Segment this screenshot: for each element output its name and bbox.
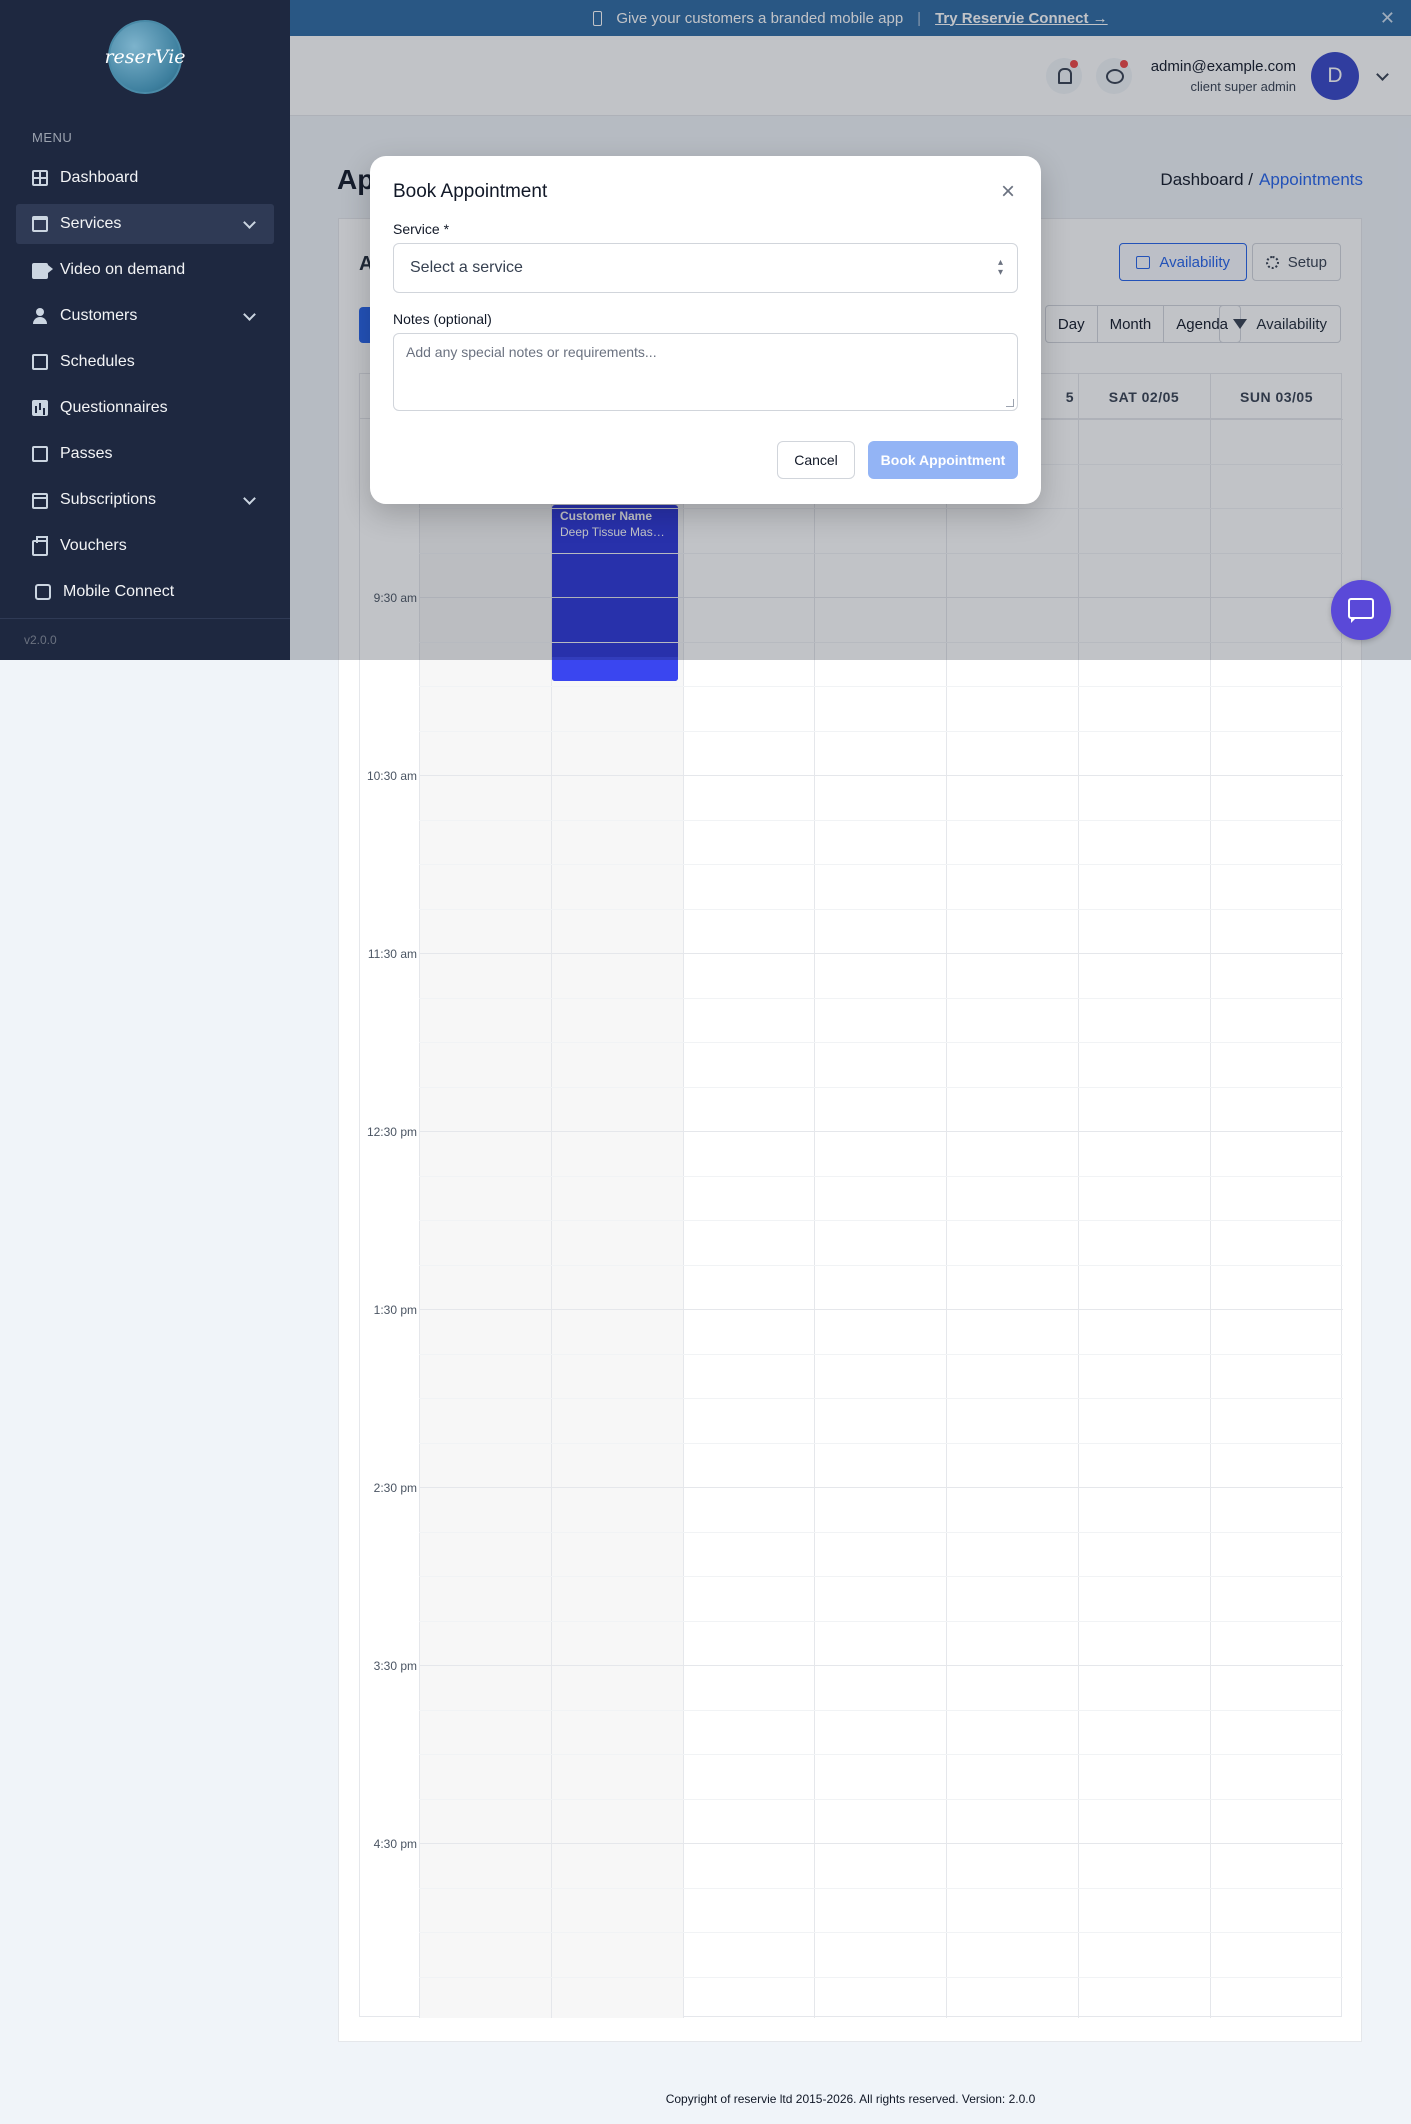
- notes-placeholder: Add any special notes or requirements...: [406, 344, 657, 360]
- time-slot-line: [419, 1532, 1343, 1533]
- time-slot-line: [419, 1176, 1343, 1177]
- sidebar-item-label: Mobile Connect: [63, 583, 175, 600]
- time-label: 12:30 pm: [366, 1125, 417, 1139]
- video-icon: [32, 263, 53, 279]
- sidebar-item-label: Subscriptions: [60, 491, 157, 508]
- time-label: 2:30 pm: [373, 1481, 417, 1495]
- notes-label: Notes (optional): [393, 311, 492, 327]
- card-icon: [32, 493, 48, 509]
- time-label: 11:30 am: [367, 947, 417, 961]
- sidebar-item-services[interactable]: Services: [16, 204, 274, 244]
- time-slot-line: [419, 1087, 1343, 1088]
- footer: Copyright of reservie ltd 2015-2026. All…: [665, 2092, 1036, 2106]
- sidebar-item-dashboard[interactable]: Dashboard: [16, 158, 274, 198]
- reservie-logo[interactable]: reserVie: [104, 20, 186, 94]
- time-slot-line: [419, 1042, 1343, 1043]
- sidebar-item-label: Services: [60, 215, 122, 232]
- sidebar-item-label: Video on demand: [60, 261, 186, 278]
- service-select[interactable]: Select a service ▴ ▾: [393, 243, 1018, 293]
- time-slot-line: [419, 731, 1343, 732]
- time-slot-line: [419, 775, 1343, 776]
- modal-title: Book Appointment: [393, 181, 548, 202]
- sidebar-item-schedules[interactable]: Schedules: [16, 342, 274, 382]
- service-label: Service *: [393, 221, 450, 237]
- sidebar-item-label: Schedules: [60, 353, 135, 370]
- time-slot-line: [419, 1754, 1343, 1755]
- time-slot-line: [419, 1354, 1343, 1355]
- time-slot-line: [419, 1443, 1343, 1444]
- time-label: 10:30 am: [366, 769, 417, 783]
- select-arrows-icon: ▴ ▾: [997, 257, 1003, 278]
- sidebar-item-label: Customers: [60, 307, 138, 324]
- notes-textarea[interactable]: Add any special notes or requirements...: [393, 333, 1018, 411]
- time-slot-line: [419, 998, 1343, 999]
- time-slot-line: [419, 1621, 1343, 1622]
- sidebar-item-passes[interactable]: Passes: [16, 434, 274, 474]
- logo-wrap: reserVie: [0, 0, 290, 114]
- bar-chart-icon: [32, 400, 48, 416]
- time-slot-line: [419, 1309, 1343, 1310]
- sidebar-item-label: Vouchers: [60, 537, 127, 554]
- service-select-value: Select a service: [410, 259, 523, 276]
- sidebar-item-label: Passes: [60, 445, 113, 462]
- resize-handle-icon[interactable]: [1006, 399, 1014, 407]
- sidebar-item-video-on-demand[interactable]: Video on demand: [16, 250, 274, 290]
- document-icon: [32, 446, 48, 462]
- sidebar-version: v2.0.0: [0, 618, 290, 660]
- time-slot-line: [419, 909, 1343, 910]
- event-footer: [552, 657, 678, 681]
- book-appointment-button[interactable]: Book Appointment: [868, 441, 1018, 479]
- sidebar-item-label: Dashboard: [60, 169, 139, 186]
- phone-icon: [35, 584, 51, 600]
- chevron-down-icon[interactable]: [243, 216, 256, 229]
- time-slot-line: [419, 820, 1343, 821]
- time-slot-line: [419, 1265, 1343, 1266]
- sidebar-item-mobile-connect[interactable]: Mobile Connect: [16, 572, 274, 612]
- time-slot-line: [419, 1843, 1343, 1844]
- calendar-icon: [32, 216, 48, 232]
- time-slot-line: [419, 953, 1343, 954]
- user-icon: [32, 308, 48, 324]
- sidebar-item-vouchers[interactable]: Vouchers: [16, 526, 274, 566]
- sidebar-nav: Dashboard Services Video on demand Customer…: [0, 158, 290, 612]
- close-icon[interactable]: ×: [1001, 178, 1015, 206]
- time-label: 1:30 pm: [373, 1303, 417, 1317]
- time-slot-line: [419, 1487, 1343, 1488]
- sidebar-item-label: Questionnaires: [60, 399, 168, 416]
- time-label: 3:30 pm: [373, 1659, 417, 1673]
- time-slot-line: [419, 1888, 1343, 1889]
- chat-widget-button[interactable]: [1331, 580, 1391, 640]
- menu-label: MENU: [32, 130, 73, 145]
- time-slot-line: [419, 1710, 1343, 1711]
- time-slot-line: [419, 1131, 1343, 1132]
- sidebar-item-questionnaires[interactable]: Questionnaires: [16, 388, 274, 428]
- chevron-down-icon[interactable]: [243, 308, 256, 321]
- cancel-button[interactable]: Cancel: [777, 441, 855, 479]
- time-slot-line: [419, 1799, 1343, 1800]
- time-slot-line: [419, 1398, 1343, 1399]
- time-slot-line: [419, 1220, 1343, 1221]
- time-label: 4:30 pm: [373, 1837, 417, 1851]
- printer-icon: [32, 536, 48, 556]
- time-slot-line: [419, 1576, 1343, 1577]
- time-slot-line: [419, 864, 1343, 865]
- sidebar-item-subscriptions[interactable]: Subscriptions: [16, 480, 274, 520]
- book-appointment-modal: Book Appointment × Service * Select a se…: [370, 156, 1041, 504]
- time-slot-line: [419, 686, 1343, 687]
- document-icon: [32, 354, 48, 370]
- time-slot-line: [419, 1665, 1343, 1666]
- grid-icon: [32, 170, 48, 186]
- sidebar: reserVie MENU Dashboard Services Video on …: [0, 0, 290, 660]
- time-slot-line: [419, 1977, 1343, 1978]
- sidebar-item-customers[interactable]: Customers: [16, 296, 274, 336]
- chevron-down-icon[interactable]: [243, 492, 256, 505]
- time-slot-line: [419, 1932, 1343, 1933]
